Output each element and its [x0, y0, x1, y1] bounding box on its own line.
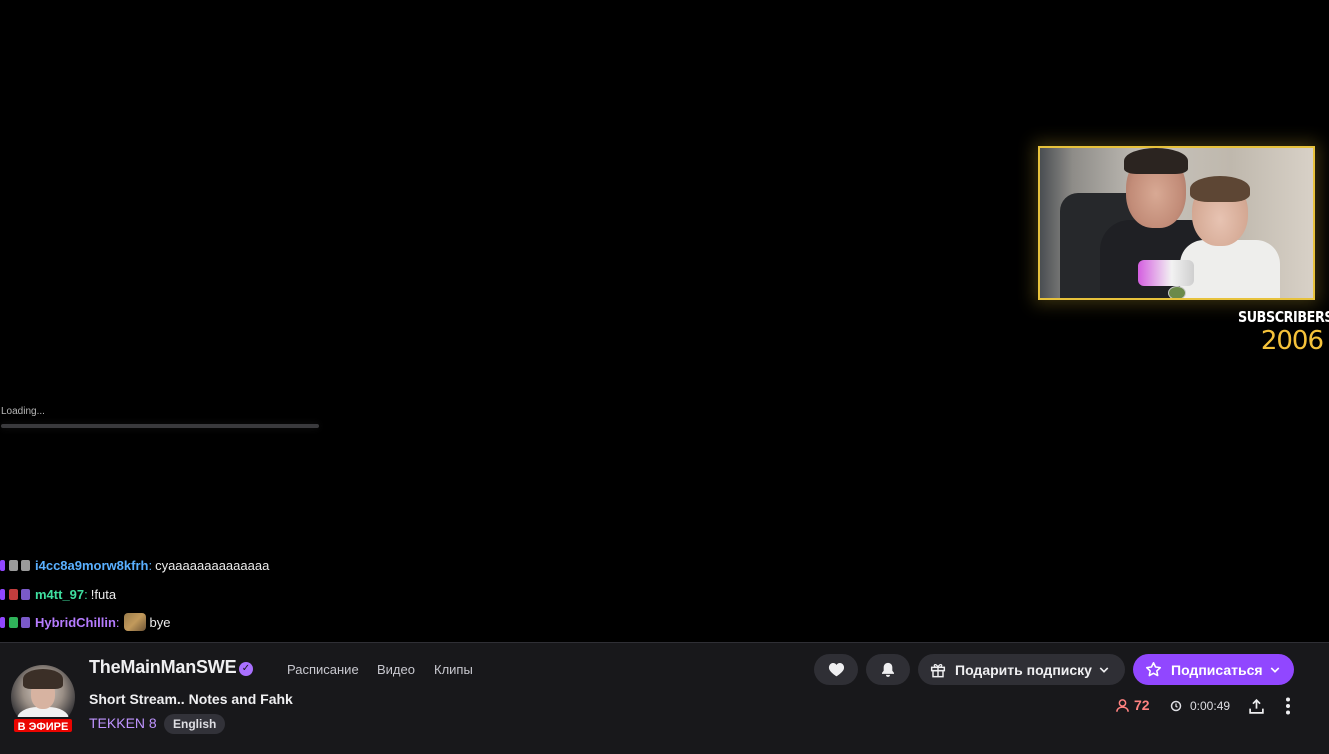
emote-icon — [123, 613, 146, 631]
chat-separator: : — [115, 614, 120, 630]
stream-uptime: 0:00:49 — [1170, 699, 1230, 713]
prime-badge-icon — [0, 616, 5, 628]
chat-username: i4cc8a9morw8kfrh — [35, 557, 149, 573]
gift-icon — [930, 663, 946, 677]
chevron-down-icon — [1270, 666, 1279, 673]
loading-text: Loading... — [1, 406, 45, 417]
verified-icon: ✓ — [239, 662, 253, 676]
viewer-count-value: 72 — [1134, 697, 1150, 713]
person-icon — [1116, 698, 1129, 712]
badge-icon — [9, 588, 18, 600]
video-player[interactable]: SUBSCRIBERS 2006 Loading... i4cc8a9morw8… — [0, 0, 1329, 642]
star-icon — [1145, 661, 1162, 677]
share-button[interactable] — [1245, 695, 1267, 717]
chat-line: i4cc8a9morw8kfrh: cyaaaaaaaaaaaaaa — [0, 555, 269, 575]
notifications-button[interactable] — [866, 654, 910, 685]
chat-username: HybridChillin — [35, 614, 116, 630]
chat-message: !futa — [90, 586, 117, 602]
chat-line: m4tt_97: !futa — [0, 584, 116, 604]
subscribers-count: 2006 — [1260, 326, 1324, 356]
prime-badge-icon — [0, 588, 5, 600]
badge-icon — [9, 559, 18, 571]
gift-button-label: Подарить подписку — [955, 661, 1092, 678]
subscribe-button[interactable]: Подписаться — [1133, 654, 1294, 685]
viewer-count: 72 — [1115, 697, 1150, 713]
chevron-down-icon — [1099, 666, 1109, 673]
more-options-button[interactable] — [1278, 695, 1298, 717]
badge-icon — [9, 616, 18, 628]
subscriber-badge-icon — [21, 616, 30, 628]
gift-subscription-button[interactable]: Подарить подписку — [918, 654, 1125, 685]
chat-line: HybridChillin: bye — [0, 612, 170, 632]
prime-badge-icon — [0, 559, 5, 571]
subscribe-button-label: Подписаться — [1171, 661, 1263, 678]
chat-message: bye — [149, 614, 171, 630]
channel-info-bar: В ЭФИРЕ TheMainManSWE ✓ Расписание Видео… — [0, 642, 1329, 754]
badge-icon — [21, 559, 30, 571]
nav-schedule[interactable]: Расписание — [287, 662, 359, 677]
chat-message: cyaaaaaaaaaaaaaa — [155, 557, 270, 573]
subscriber-badge-icon — [21, 588, 30, 600]
nav-clips[interactable]: Клипы — [434, 662, 473, 677]
follow-button[interactable] — [814, 654, 858, 685]
nav-videos[interactable]: Видео — [377, 662, 415, 677]
clock-icon — [1170, 700, 1182, 712]
language-tag[interactable]: English — [164, 714, 226, 734]
bell-icon — [882, 662, 894, 677]
heart-icon — [828, 663, 844, 677]
loading-bar — [1, 424, 319, 428]
chat-separator: : — [148, 557, 153, 573]
channel-name[interactable]: TheMainManSWE — [89, 657, 237, 678]
category-link[interactable]: TEKKEN 8 — [89, 715, 157, 731]
chat-username: m4tt_97 — [35, 586, 85, 602]
share-icon — [1248, 698, 1264, 714]
subscribers-label: SUBSCRIBERS — [1238, 308, 1329, 326]
more-vertical-icon — [1286, 697, 1290, 715]
mascot-icon — [1168, 286, 1186, 298]
uptime-value: 0:00:49 — [1190, 699, 1231, 713]
chat-separator: : — [84, 586, 88, 602]
webcam-overlay — [1038, 146, 1315, 300]
stream-title: Short Stream.. Notes and Fahk — [89, 691, 293, 707]
live-badge: В ЭФИРЕ — [12, 717, 74, 734]
